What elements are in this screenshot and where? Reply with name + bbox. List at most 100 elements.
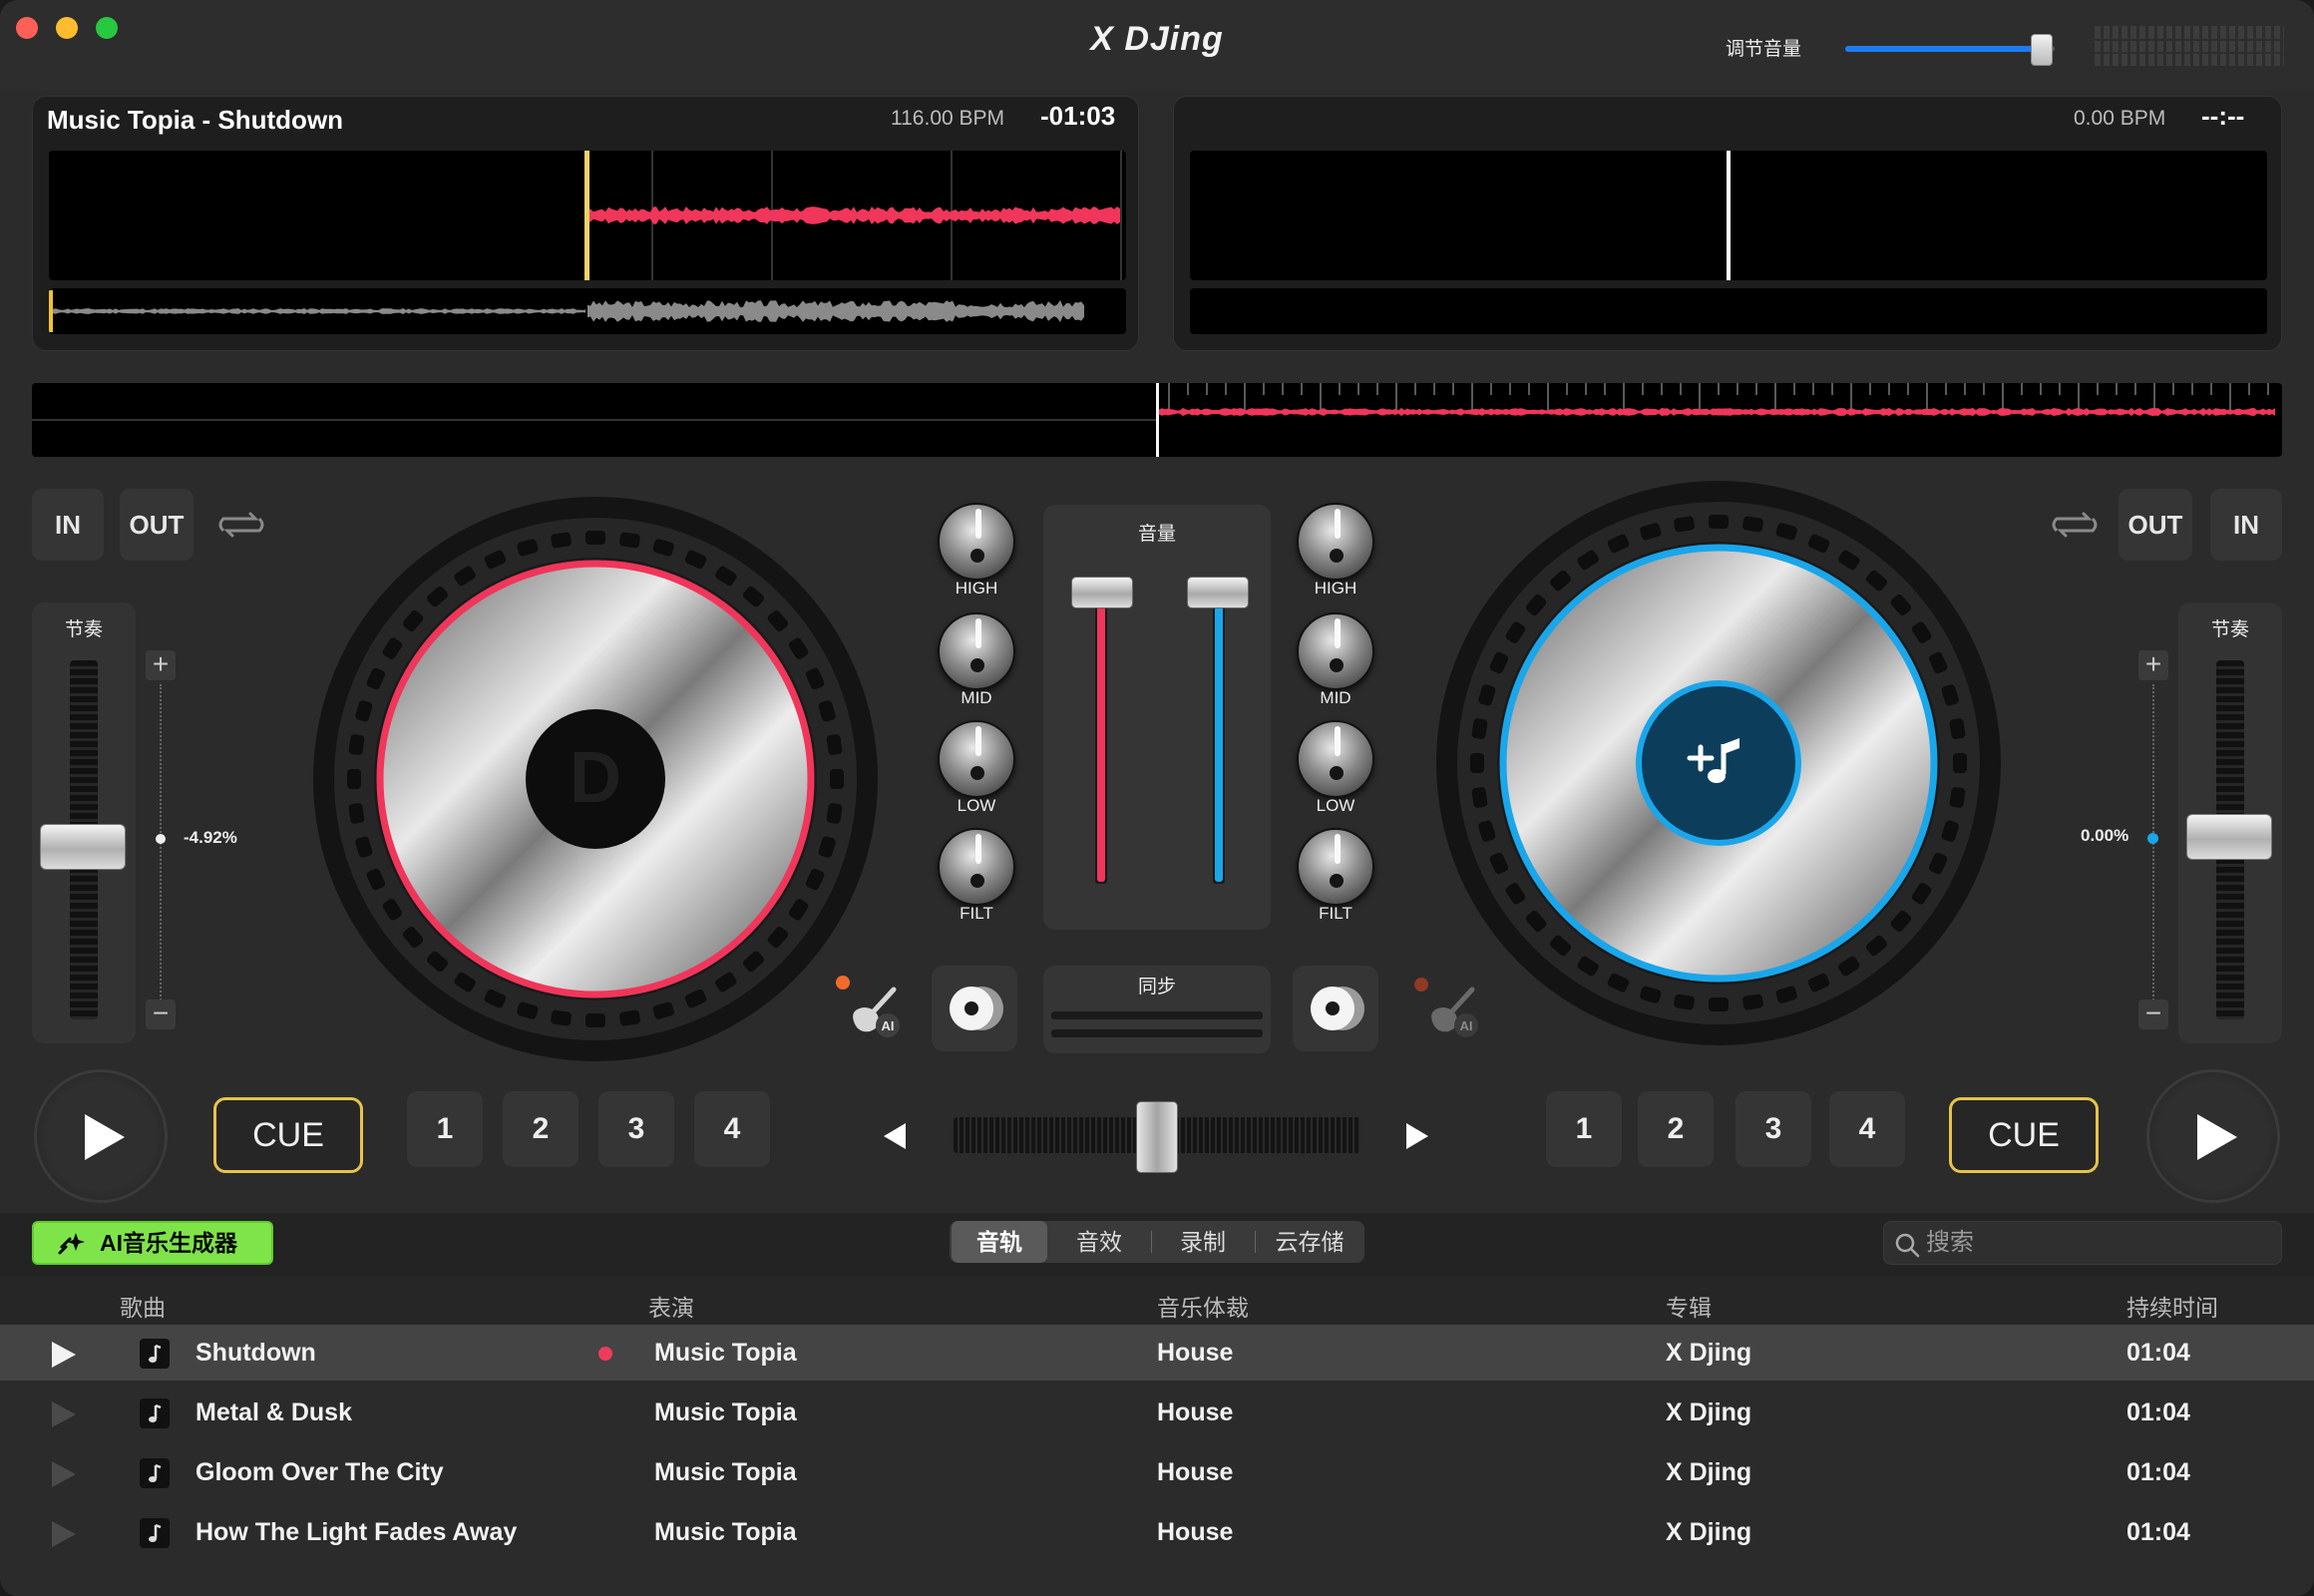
deck-a-pitch-slider[interactable]: 节奏 [32, 602, 136, 1043]
deck-b-eq-high-knob[interactable] [1297, 503, 1374, 581]
add-music-icon[interactable] [1686, 730, 1751, 796]
deck-b-pitch-plus-button[interactable]: + [2138, 650, 2168, 680]
deck-b-mini-waveform[interactable] [1190, 288, 2267, 334]
deck-b-loop-icon[interactable] [2049, 511, 2101, 539]
ai-music-generator-button[interactable]: AI音乐生成器 [32, 1221, 273, 1265]
deck-a-hotcue-3[interactable]: 3 [598, 1091, 674, 1167]
deck-a-pitch-value: -4.92% [184, 828, 237, 847]
crossfader[interactable] [954, 1101, 1360, 1173]
deck-b-pitch-minus-button[interactable]: − [2138, 999, 2168, 1029]
deck-b-in-button[interactable]: IN [2210, 489, 2282, 561]
deck-b-filter-knob[interactable] [1297, 828, 1374, 906]
deck-a-eq-mid-knob[interactable] [938, 612, 1015, 690]
table-row[interactable]: Gloom Over The City Music Topia House X … [0, 1444, 2314, 1500]
deck-a-hotcue-4[interactable]: 4 [694, 1091, 770, 1167]
deck-b-volume-fader[interactable] [1187, 577, 1249, 608]
deck-a-loop-icon[interactable] [215, 511, 267, 539]
deck-a-eq-mid-label: MID [961, 688, 992, 707]
deck-a-mini-waveform-graphic [49, 290, 1084, 332]
row-play-icon[interactable] [50, 1399, 78, 1429]
deck-b-cue-button[interactable]: CUE [1949, 1097, 2099, 1173]
deck-b-hotcue-2[interactable]: 2 [1638, 1091, 1714, 1167]
deck-a-mini-waveform[interactable] [49, 288, 1126, 334]
deck-a-ai-guitar-icon[interactable]: AI [844, 982, 906, 1043]
row-play-icon[interactable] [50, 1519, 78, 1549]
deck-b-pitch-slider[interactable]: 节奏 [2178, 602, 2282, 1043]
tab-effects[interactable]: 音效 [1049, 1221, 1149, 1263]
deck-a-out-button[interactable]: OUT [120, 489, 193, 561]
master-volume-thumb[interactable] [2031, 34, 2053, 66]
row-genre: House [1157, 1518, 1234, 1546]
master-level-meter [2095, 26, 2284, 66]
deck-b-pitch-thumb[interactable] [2186, 814, 2272, 860]
deck-a-eq-low-knob[interactable] [938, 720, 1015, 798]
crossfader-thumb[interactable] [1136, 1101, 1178, 1173]
deck-b-waveform[interactable] [1190, 151, 2267, 280]
column-album[interactable]: 专辑 [1666, 1289, 1712, 1323]
deck-b-sync-bar [1051, 1029, 1263, 1037]
library-search[interactable] [1883, 1221, 2282, 1265]
deck-b-eq-mid-knob[interactable] [1297, 612, 1374, 690]
row-artist: Music Topia [654, 1398, 797, 1426]
sync-panel[interactable]: 同步 [1043, 966, 1271, 1053]
deck-b-record-button[interactable] [1293, 966, 1378, 1051]
tab-tracks[interactable]: 音轨 [952, 1221, 1047, 1263]
search-icon [1895, 1233, 1920, 1258]
crossfader-left-arrow-icon[interactable] [878, 1119, 912, 1153]
deck-a-panel: Music Topia - Shutdown 116.00 BPM -01:03 [32, 96, 1139, 351]
column-artist[interactable]: 表演 [648, 1289, 694, 1323]
deck-a-record-button[interactable] [932, 966, 1017, 1051]
deck-b-out-button[interactable]: OUT [2119, 489, 2192, 561]
table-row[interactable]: Metal & Dusk Music Topia House X Djing 0… [0, 1385, 2314, 1440]
deck-a-volume-fader[interactable] [1071, 577, 1133, 608]
row-duration: 01:04 [2126, 1518, 2190, 1546]
tab-recordings[interactable]: 录制 [1153, 1221, 1253, 1263]
tab-cloud-storage[interactable]: 云存储 [1257, 1221, 1362, 1263]
deck-b-hotcue-3[interactable]: 3 [1736, 1091, 1811, 1167]
crossfader-right-arrow-icon[interactable] [1400, 1119, 1434, 1153]
table-row[interactable]: Shutdown Music Topia House X Djing 01:04 [0, 1325, 2314, 1381]
deck-b-eq-low-label: LOW [1316, 796, 1355, 815]
deck-a-hotcue-1[interactable]: 1 [407, 1091, 483, 1167]
row-genre: House [1157, 1458, 1234, 1486]
sync-label: 同步 [1137, 977, 1176, 998]
row-song: Metal & Dusk [195, 1398, 352, 1426]
deck-a-waveform[interactable] [49, 151, 1126, 280]
deck-a-in-button[interactable]: IN [32, 489, 104, 561]
row-genre: House [1157, 1398, 1234, 1426]
table-row[interactable]: How The Light Fades Away Music Topia Hou… [0, 1504, 2314, 1560]
deck-a-hotcue-2[interactable]: 2 [503, 1091, 578, 1167]
now-playing-indicator [598, 1347, 612, 1361]
library-table-header: 歌曲 表演 音乐体裁 专辑 持续时间 [0, 1277, 2314, 1327]
deck-a-jog-wheel[interactable]: D [313, 497, 878, 1061]
deck-b-vinyl-icon [1311, 987, 1364, 1030]
column-song[interactable]: 歌曲 [120, 1289, 166, 1323]
deck-a-pitch-plus-button[interactable]: + [146, 650, 176, 680]
search-input[interactable] [1926, 1226, 2265, 1260]
deck-a-filter-knob[interactable] [938, 828, 1015, 906]
deck-a-eq-high-knob[interactable] [938, 503, 1015, 581]
row-album: X Djing [1666, 1339, 1752, 1367]
row-song: How The Light Fades Away [195, 1518, 518, 1546]
master-volume-slider[interactable] [1845, 34, 2055, 66]
deck-b-ai-guitar-icon[interactable]: AI [1422, 982, 1484, 1043]
deck-b-hotcue-4[interactable]: 4 [1829, 1091, 1905, 1167]
deck-b-hotcue-1[interactable]: 1 [1546, 1091, 1622, 1167]
column-genre[interactable]: 音乐体裁 [1157, 1289, 1249, 1323]
track-overview-strip[interactable] [32, 383, 2282, 457]
deck-b-eq-high-label: HIGH [1314, 579, 1357, 598]
deck-a-pitch-minus-button[interactable]: − [146, 999, 176, 1029]
row-duration: 01:04 [2126, 1398, 2190, 1426]
deck-a-play-button[interactable] [34, 1069, 168, 1203]
deck-b-eq-low-knob[interactable] [1297, 720, 1374, 798]
column-duration[interactable]: 持续时间 [2126, 1289, 2218, 1323]
deck-b-waveform-graphic [1727, 151, 1731, 280]
deck-a-pitch-thumb[interactable] [40, 824, 126, 870]
deck-a-cue-button[interactable]: CUE [213, 1097, 363, 1173]
deck-b-play-button[interactable] [2146, 1069, 2280, 1203]
deck-a-pitch-scale [160, 684, 162, 1007]
deck-b-pitch-value: 0.00% [2081, 826, 2129, 845]
row-play-icon[interactable] [50, 1459, 78, 1489]
row-play-icon[interactable] [50, 1340, 78, 1370]
deck-b-time: --:-- [2201, 101, 2245, 131]
